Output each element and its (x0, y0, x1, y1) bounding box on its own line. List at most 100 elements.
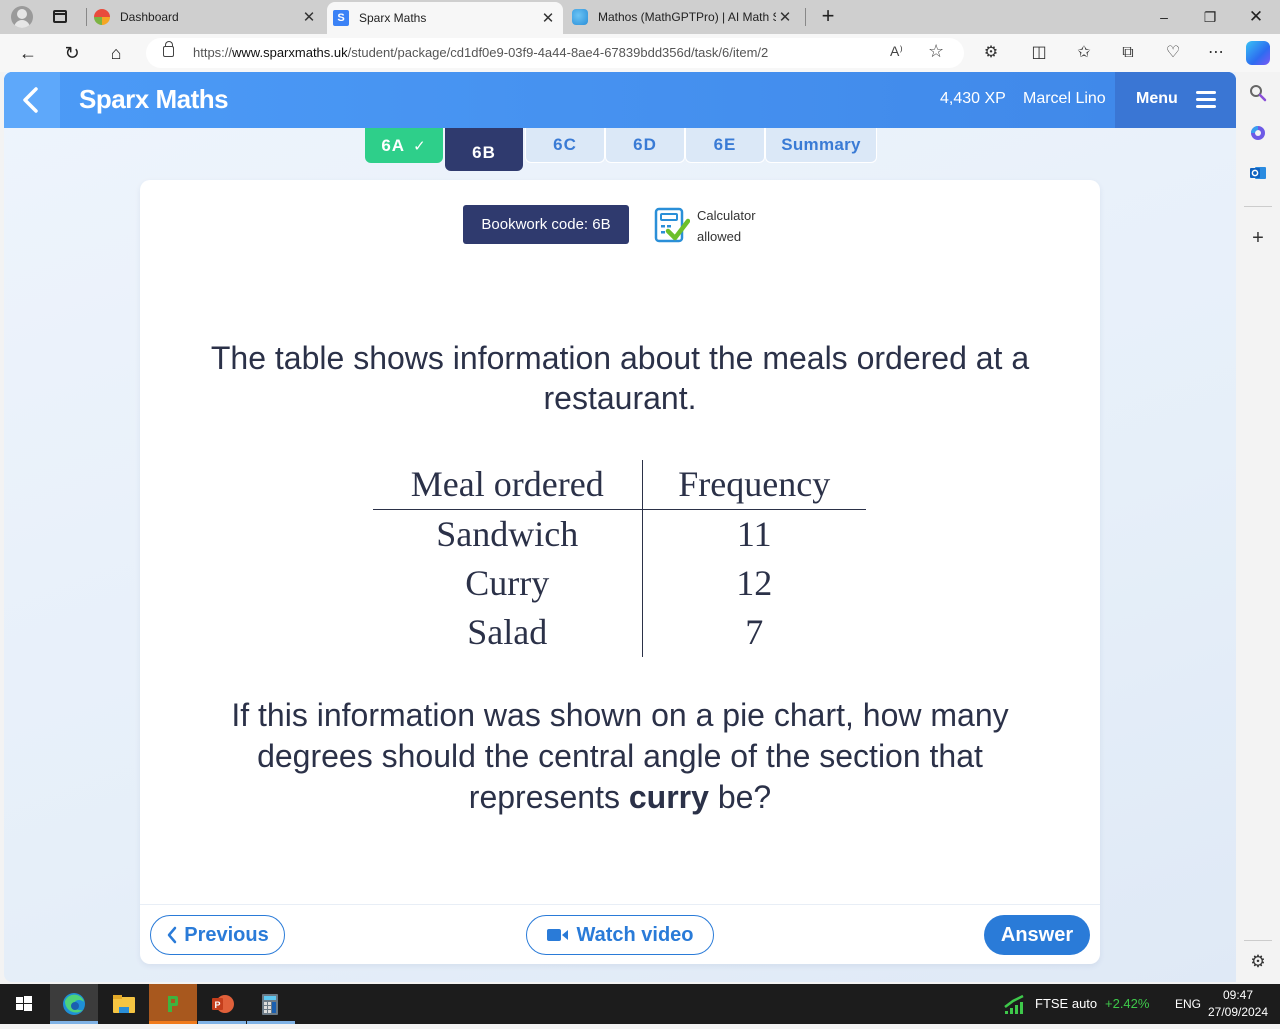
sparx-logo-text[interactable]: Sparx Maths (79, 84, 229, 115)
tab-6a[interactable]: 6A ✓ (365, 128, 443, 163)
close-tab-icon[interactable]: ✕ (776, 8, 794, 26)
stock-name: FTSE auto (1035, 996, 1098, 1011)
split-screen-icon[interactable]: ◫ (1028, 42, 1050, 64)
chevron-left-icon (166, 926, 178, 944)
meal-cell: Sandwich (373, 509, 643, 559)
question-card: Bookwork code: 6B Calculator allowed The… (140, 180, 1100, 964)
new-tab-icon[interactable]: + (816, 4, 840, 28)
lock-icon[interactable] (163, 41, 174, 57)
taskbar-file-explorer[interactable] (100, 984, 148, 1024)
browser-tab-mathos[interactable]: Mathos (MathGPTPro) | AI Math S ✕ (570, 0, 800, 34)
meal-cell: Salad (373, 608, 643, 657)
chevron-left-icon (23, 87, 38, 113)
previous-button[interactable]: Previous (150, 915, 285, 955)
tab-label: Sparx Maths (359, 11, 427, 25)
back-button[interactable] (4, 72, 60, 128)
close-window-icon[interactable]: ✕ (1233, 0, 1279, 34)
microsoft-365-icon[interactable] (1248, 124, 1268, 144)
stock-widget[interactable] (1003, 984, 1027, 1024)
bookwork-code-badge: Bookwork code: 6B (463, 205, 629, 244)
meal-frequency-table: Meal ordered Frequency Sandwich 11 Curry… (373, 460, 866, 657)
back-arrow-icon[interactable]: ← (15, 40, 41, 66)
tab-label: 6C (553, 135, 577, 154)
url-text[interactable]: https://www.sparxmaths.uk/student/packag… (193, 45, 768, 60)
svg-text:P: P (215, 1000, 221, 1010)
table-row: Sandwich 11 (373, 509, 866, 559)
sparx-header: Sparx Maths 4,430 XP Marcel Lino Menu (4, 72, 1236, 128)
taskbar-calculator[interactable] (247, 984, 295, 1024)
frequency-cell: 7 (745, 612, 764, 652)
watch-video-button[interactable]: Watch video (526, 915, 714, 955)
sidebar-settings-gear-icon[interactable]: ⚙ (1248, 952, 1268, 972)
table-row: Salad 7 (373, 608, 866, 657)
tab-actions-icon[interactable] (53, 10, 67, 23)
column-header-meal: Meal ordered (373, 460, 643, 510)
home-icon[interactable]: ⌂ (103, 40, 129, 66)
search-icon[interactable] (1248, 84, 1268, 104)
add-sidebar-app-icon[interactable]: + (1248, 228, 1268, 248)
watch-video-label: Watch video (576, 923, 694, 946)
tab-label: 6A (381, 135, 406, 155)
check-icon: ✓ (413, 137, 427, 155)
profile-avatar-icon[interactable] (11, 6, 33, 28)
browser-tab-dashboard[interactable]: Dashboard ✕ (92, 0, 324, 34)
favorites-icon[interactable]: ✩ (1073, 42, 1095, 64)
tab-6c[interactable]: 6C (525, 128, 605, 163)
stock-change: +2.42% (1105, 996, 1150, 1011)
tab-summary[interactable]: Summary (765, 128, 877, 163)
column-header-frequency: Frequency (642, 460, 866, 510)
hamburger-icon (1196, 91, 1216, 108)
stock-trend-icon (1004, 994, 1024, 1014)
green-p-app-icon (168, 996, 178, 1012)
divider (86, 8, 87, 26)
start-button[interactable] (0, 984, 48, 1024)
windows-logo-icon (16, 996, 32, 1011)
read-aloud-icon[interactable]: A⁾ (890, 43, 903, 60)
collections-icon[interactable]: ⧉ (1117, 42, 1139, 64)
browser-essentials-icon[interactable]: ♡ (1162, 42, 1184, 64)
menu-label: Menu (1136, 90, 1178, 107)
divider (1244, 940, 1272, 941)
close-tab-icon[interactable]: ✕ (539, 9, 557, 27)
system-clock[interactable]: 09:47 27/09/2024 (1198, 987, 1278, 1021)
browser-toolbar: ← ↻ ⌂ https://www.sparxmaths.uk/student/… (0, 34, 1280, 72)
favorite-star-icon[interactable]: ☆ (928, 41, 944, 62)
edge-sidebar: + ⚙ (1236, 72, 1280, 982)
page-viewport: Sparx Maths 4,430 XP Marcel Lino Menu 6A… (4, 72, 1236, 982)
tab-6e[interactable]: 6E (685, 128, 765, 163)
tab-6b[interactable]: 6B (445, 128, 523, 171)
sparx-favicon-icon: S (333, 10, 349, 26)
browser-tab-sparx-maths[interactable]: S Sparx Maths ✕ (327, 2, 563, 34)
refresh-icon[interactable]: ↻ (59, 40, 85, 66)
tab-6d[interactable]: 6D (605, 128, 685, 163)
prompt-emphasis: curry (628, 779, 709, 815)
answer-button[interactable]: Answer (984, 915, 1090, 955)
intro-text: The table shows information about the me… (210, 340, 1030, 416)
menu-button[interactable]: Menu (1115, 72, 1236, 128)
tab-label: 6E (713, 135, 737, 154)
calculator-status: Calculator allowed (697, 205, 756, 247)
table-row: Curry 12 (373, 559, 866, 608)
copilot-icon[interactable] (1246, 41, 1270, 65)
clock-time: 09:47 (1222, 988, 1254, 1002)
divider (1244, 206, 1272, 207)
clock-date: 27/09/2024 (1207, 1005, 1269, 1019)
extensions-icon[interactable]: ⚙ (980, 42, 1002, 64)
more-options-icon[interactable]: ⋯ (1205, 42, 1227, 64)
xp-counter: 4,430 XP (940, 90, 1006, 107)
url-scheme: https:// (193, 45, 233, 60)
address-bar[interactable]: https://www.sparxmaths.uk/student/packag… (146, 38, 964, 68)
taskbar-edge[interactable] (50, 984, 98, 1024)
previous-label: Previous (184, 923, 269, 946)
footer-divider (140, 904, 1100, 905)
table-header-row: Meal ordered Frequency (373, 460, 866, 510)
prompt-text: If this information was shown on a pie c… (231, 697, 1009, 815)
restore-icon[interactable]: ❐ (1187, 0, 1233, 34)
taskbar-app-green[interactable] (149, 984, 197, 1024)
calculator-allowed-icon (654, 207, 690, 243)
close-tab-icon[interactable]: ✕ (300, 8, 318, 26)
outlook-icon[interactable] (1248, 164, 1268, 184)
minimize-icon[interactable]: – (1141, 0, 1187, 34)
taskbar-powerpoint[interactable]: P (198, 984, 246, 1024)
calculator-label: Calculator (697, 208, 756, 223)
